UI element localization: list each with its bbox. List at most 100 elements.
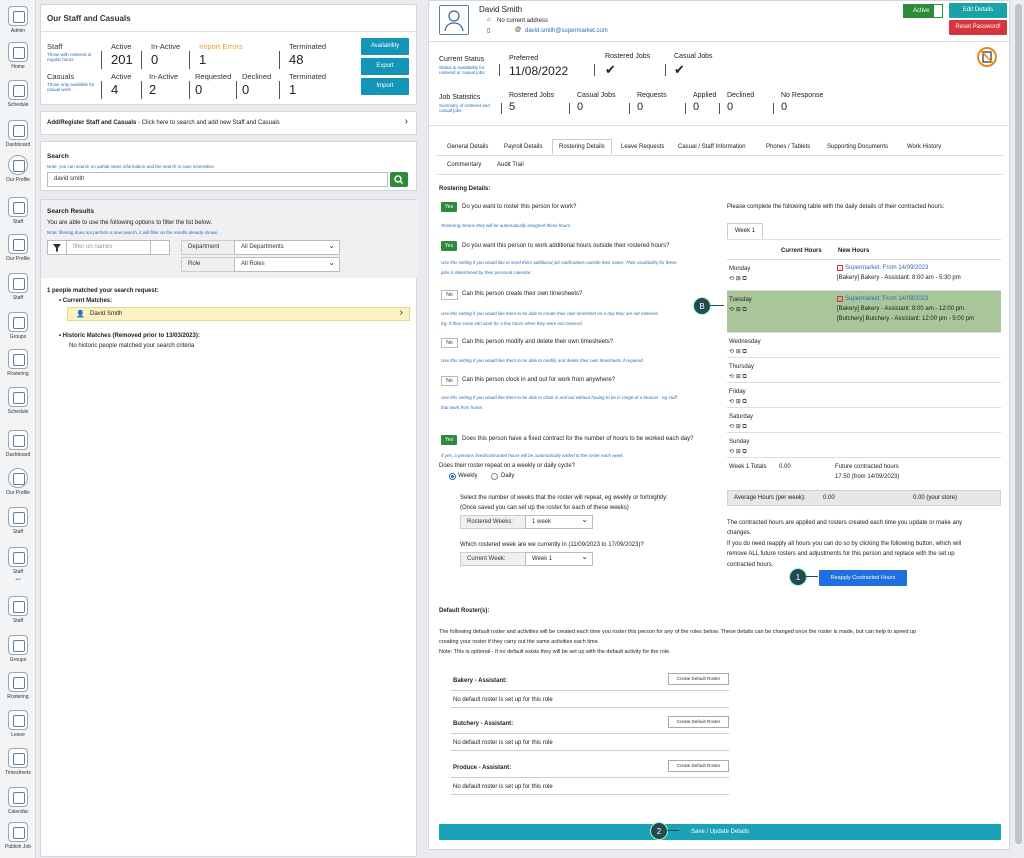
nav-item[interactable]: Our Profile bbox=[3, 234, 33, 262]
nav-item-label: Rostering bbox=[7, 371, 29, 377]
nav-item[interactable]: Schedule bbox=[3, 387, 33, 415]
filter-names-input[interactable]: filter on names bbox=[66, 240, 151, 255]
person-detail-panel: David Smith ⌂ No current address ▯ @ dav… bbox=[428, 0, 1011, 850]
current-week-select[interactable]: Week 1 bbox=[525, 551, 593, 566]
nav-item[interactable]: Our Profile bbox=[3, 155, 33, 183]
delete-icon[interactable]: × bbox=[837, 296, 843, 302]
nav-item[interactable]: Home bbox=[3, 42, 33, 70]
tab-casual-staff-information[interactable]: Casual / Staff Information bbox=[678, 144, 746, 150]
gear-icon bbox=[8, 6, 28, 26]
search-button[interactable] bbox=[390, 172, 408, 187]
nav-item[interactable]: Our Profile bbox=[3, 468, 33, 496]
day-action-icons[interactable]: ⟲ ⊞ ⧉ bbox=[729, 423, 747, 431]
additional-hours-toggle[interactable]: Yes bbox=[441, 241, 457, 251]
nav-item[interactable]: Schedule bbox=[3, 80, 33, 108]
current-match-row[interactable]: 👤 David Smith › bbox=[67, 307, 410, 321]
reset-password-button[interactable]: Reset Password! bbox=[949, 20, 1007, 35]
export-button[interactable]: Export bbox=[361, 58, 409, 75]
tab-week-1[interactable]: Week 1 bbox=[727, 223, 763, 239]
job-stats-label: Job Statistics bbox=[439, 94, 481, 101]
reapply-hours-button[interactable]: Reapply Contracted Hours bbox=[819, 570, 907, 586]
additional-hours-hint-2: jobs is determined by their personal cal… bbox=[441, 270, 532, 275]
nav-item[interactable]: Calendar bbox=[3, 787, 33, 815]
search-input[interactable]: david smith bbox=[47, 172, 388, 187]
nav-item[interactable]: ••• bbox=[3, 577, 33, 587]
clock-anywhere-toggle[interactable]: No bbox=[441, 376, 458, 386]
create-default-roster-button[interactable]: Create Default Roster bbox=[668, 760, 729, 772]
role-no-roster-text: No default roster is set up for this rol… bbox=[453, 697, 553, 703]
default-roster-desc-3: Note: This is optional - if no default e… bbox=[439, 649, 671, 655]
day-label: Saturday bbox=[729, 414, 754, 420]
nav-item[interactable]: Staff bbox=[3, 197, 33, 225]
day-action-icons[interactable]: ⟲ ⊞ ⧉ bbox=[729, 275, 747, 283]
person-email[interactable]: david.smith@supermarket.com bbox=[525, 28, 608, 34]
nav-item[interactable]: Rostering bbox=[3, 349, 33, 377]
day-action-icons[interactable]: ⟲ ⊞ ⧉ bbox=[729, 448, 747, 456]
avg-hours-label: Average Hours (per week): bbox=[734, 495, 806, 501]
nav-item[interactable]: Staff bbox=[3, 596, 33, 624]
tab-phones-tablets[interactable]: Phones / Tablets bbox=[766, 144, 810, 150]
tab-rostering-details[interactable]: Rostering Details bbox=[552, 139, 612, 154]
import-button[interactable]: Import bbox=[361, 78, 409, 95]
tab-payroll-details[interactable]: Payroll Details bbox=[504, 144, 542, 150]
casual-terminated-value: 1 bbox=[289, 82, 297, 97]
weekly-radio[interactable] bbox=[449, 473, 456, 480]
day-action-icons[interactable]: ⟲ ⊞ ⧉ bbox=[729, 348, 747, 356]
nav-item[interactable]: Staff bbox=[3, 273, 33, 301]
nav-item[interactable]: Groups bbox=[3, 635, 33, 663]
create-default-roster-button[interactable]: Create Default Roster bbox=[668, 716, 729, 728]
department-select[interactable]: All Departments bbox=[234, 239, 340, 255]
active-toggle[interactable]: Active bbox=[903, 4, 943, 18]
nav-item[interactable]: Leave bbox=[3, 710, 33, 738]
roster-question: Do you want to roster this person for wo… bbox=[462, 204, 577, 210]
day-label: Wednesday bbox=[729, 339, 761, 345]
staff-errors-label[interactable]: Import Errors bbox=[199, 42, 243, 51]
nav-item[interactable]: Groups bbox=[3, 312, 33, 340]
role-select[interactable]: All Roles bbox=[234, 256, 340, 272]
nav-item[interactable]: Dashboard bbox=[3, 120, 33, 148]
callout-b: B bbox=[693, 297, 711, 315]
filter-names-extra[interactable] bbox=[150, 240, 170, 255]
daily-radio[interactable] bbox=[491, 473, 498, 480]
preferred-label: Preferred bbox=[509, 55, 539, 62]
nav-item[interactable]: Staff bbox=[3, 547, 33, 575]
job-stat-label: Applied bbox=[693, 92, 717, 99]
edit-details-button[interactable]: Edit Details bbox=[949, 3, 1007, 18]
tab-work-history[interactable]: Work History bbox=[907, 144, 941, 150]
rostering-title: Rostering Details: bbox=[439, 186, 491, 192]
delete-icon[interactable]: × bbox=[837, 265, 843, 271]
tab-supporting-documents[interactable]: Supporting Documents bbox=[827, 144, 888, 150]
nav-item[interactable]: Timesheets bbox=[3, 748, 33, 776]
nav-item-label: Schedule bbox=[7, 409, 29, 415]
day-action-icons[interactable]: ⟲ ⊞ ⧉ bbox=[729, 306, 747, 314]
availability-button[interactable]: Availability bbox=[361, 38, 409, 55]
scrollbar[interactable] bbox=[1013, 0, 1024, 858]
day-action-icons[interactable]: ⟲ ⊞ ⧉ bbox=[729, 398, 747, 406]
nav-item[interactable]: Admin bbox=[3, 6, 33, 34]
tab-audit-trail[interactable]: Audit Trail bbox=[497, 162, 524, 168]
filter-button[interactable] bbox=[47, 240, 67, 255]
day-row: Tuesday ⟲ ⊞ ⧉ Supermarket: From 14/09/2023… bbox=[727, 291, 1001, 333]
create-default-roster-button[interactable]: Create Default Roster bbox=[668, 673, 729, 685]
modify-timesheets-toggle[interactable]: No bbox=[441, 338, 458, 348]
rostered-weeks-select[interactable]: 1 week bbox=[525, 514, 593, 529]
tab-general-details[interactable]: General Details bbox=[447, 144, 488, 150]
tab-leave-requests[interactable]: Leave Requests bbox=[621, 144, 664, 150]
nav-item[interactable]: Staff bbox=[3, 507, 33, 535]
roster-toggle[interactable]: Yes bbox=[441, 202, 457, 212]
save-update-button[interactable]: Save / Update Details bbox=[439, 824, 1001, 840]
create-timesheets-toggle[interactable]: No bbox=[441, 290, 458, 300]
week-totals-value: 0.00 bbox=[779, 464, 791, 470]
hours-note-2b: remove ALL future rosters and adjustment… bbox=[727, 551, 955, 557]
scrollbar-thumb[interactable] bbox=[1015, 4, 1022, 844]
hours-note-1: The contracted hours are applied and ros… bbox=[727, 520, 963, 526]
fixed-contract-toggle[interactable]: Yes bbox=[441, 435, 457, 445]
filter-icon bbox=[53, 244, 61, 252]
day-action-icons[interactable]: ⟲ ⊞ ⧉ bbox=[729, 373, 747, 381]
nav-item[interactable]: Publish Job bbox=[3, 822, 33, 850]
add-register-bar[interactable]: Add/Register Staff and Casuals - Click h… bbox=[40, 111, 417, 135]
staff-errors-value: 1 bbox=[199, 52, 207, 67]
tab-commentary[interactable]: Commentary bbox=[447, 162, 481, 168]
nav-item[interactable]: Rostering bbox=[3, 672, 33, 700]
nav-item[interactable]: Dashboard bbox=[3, 430, 33, 458]
